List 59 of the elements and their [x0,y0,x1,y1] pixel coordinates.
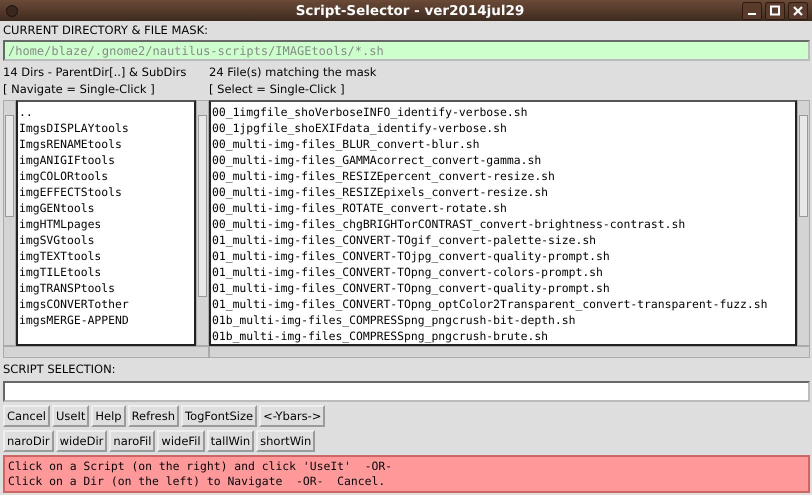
close-icon[interactable] [788,2,808,20]
dirs-hint: [ Navigate = Single-Click ] [3,81,155,98]
file-item[interactable]: 01_multi-img-files_CONVERT-TOgif_convert-palette-size.sh [212,232,596,248]
maximize-icon[interactable] [765,2,785,20]
file-item[interactable]: 01b_multi-img-files_COMPRESSpng_pngcrush-bit-depth.sh [212,312,576,328]
message-text: Click on a Script (on the right) and click 'UseIt' -OR- Click on a Dir (on the left) to Navigate -OR- Cancel. [3,455,810,493]
toolbar-button[interactable]: naroDir [3,430,54,452]
horizontal-scrollbar[interactable] [209,346,810,358]
selection-field[interactable] [3,381,810,402]
toolbar-button[interactable]: Refresh [128,405,180,427]
vertical-scrollbar[interactable] [797,100,810,346]
file-item[interactable]: 00_multi-img-files_RESIZEpixels_convert-resize.sh [212,184,548,200]
directory-item[interactable]: imgTILEtools [19,264,102,280]
directory-item[interactable]: imgCOLORtools [19,168,108,184]
toolbar-button[interactable]: TogFontSize [181,405,258,427]
file-item[interactable]: 00_multi-img-files_BLUR_convert-blur.sh [212,136,480,152]
minimize-icon[interactable] [742,2,762,20]
file-item[interactable]: 01_multi-img-files_CONVERT-TOjpg_convert-quality-prompt.sh [212,248,610,264]
directory-item[interactable]: imgEFFECTStools [19,184,122,200]
toolbar-button[interactable]: shortWin [256,430,316,452]
directory-item[interactable]: ImgsRENAMEtools [19,136,122,152]
directory-item[interactable]: ImgsDISPLAYtools [19,120,129,136]
file-item[interactable]: 00_multi-img-files_GAMMAcorrect_convert-gamma.sh [212,152,542,168]
file-item[interactable]: 00_1imgfile_shoVerboseINFO_identify-verbose.sh [212,104,528,120]
file-item[interactable]: 00_1jpgfile_shoEXIFdata_identify-verbose.sh [212,120,507,136]
directory-item[interactable]: .. [19,104,33,120]
directory-item[interactable]: imgHTMLpages [19,216,102,232]
file-item[interactable]: 01b_multi-img-files_COMPRESSpng_pngcrush-brute.sh [212,328,548,344]
toolbar-button[interactable]: Help [91,405,126,427]
file-item[interactable]: 00_multi-img-files_RESIZEpercent_convert-resize.sh [212,168,555,184]
vertical-scrollbar[interactable] [3,100,16,346]
vertical-scrollbar[interactable] [196,100,209,346]
toolbar-button[interactable]: <-Ybars-> [259,405,326,427]
file-item[interactable]: 00_multi-img-files_chgBRIGHTorCONTRAST_convert-brightness-contrast.sh [212,216,686,232]
horizontal-scrollbar[interactable] [3,346,209,358]
files-heading: 24 File(s) matching the mask [209,64,376,81]
selection-label: SCRIPT SELECTION: [3,362,116,377]
window-title: Script-Selector - ver2014jul29 [294,2,524,18]
toolbar-button[interactable]: tallWin [206,430,254,452]
directory-item[interactable]: imgTEXTtools [19,248,102,264]
toolbar-button[interactable]: wideFil [157,430,205,452]
directory-item[interactable]: imgsCONVERTother [19,296,129,312]
directory-item[interactable]: imgSVGtools [19,232,94,248]
directory-label: CURRENT DIRECTORY & FILE MASK: [3,23,208,38]
directory-item[interactable]: imgANIGIFtools [19,152,116,168]
file-item[interactable]: 00_multi-img-files_ROTATE_convert-rotate.sh [212,200,507,216]
file-item[interactable]: 01_multi-img-files_CONVERT-TOpng_optColor2Transparent_convert-transparent-fuzz.sh [212,296,768,312]
file-item[interactable]: 01_multi-img-files_CONVERT-TOpng_convert-quality-prompt.sh [212,280,610,296]
file-item[interactable]: 01_multi-img-files_CONVERT-TOpng_convert-colors-prompt.sh [212,264,603,280]
dirs-heading: 14 Dirs - ParentDir[..] & SubDirs [3,64,186,81]
toolbar-button[interactable]: naroFil [109,430,156,452]
directory-item[interactable]: imgsMERGE-APPEND [19,312,129,328]
toolbar-button[interactable]: wideDir [56,430,108,452]
directory-item[interactable]: imgTRANSPtools [19,280,116,296]
toolbar-button[interactable]: UseIt [52,405,90,427]
toolbar-button[interactable]: Cancel [3,405,50,427]
window-menu-icon[interactable] [6,4,18,16]
directory-item[interactable]: imgGENtools [19,200,94,216]
files-hint: [ Select = Single-Click ] [209,81,345,98]
